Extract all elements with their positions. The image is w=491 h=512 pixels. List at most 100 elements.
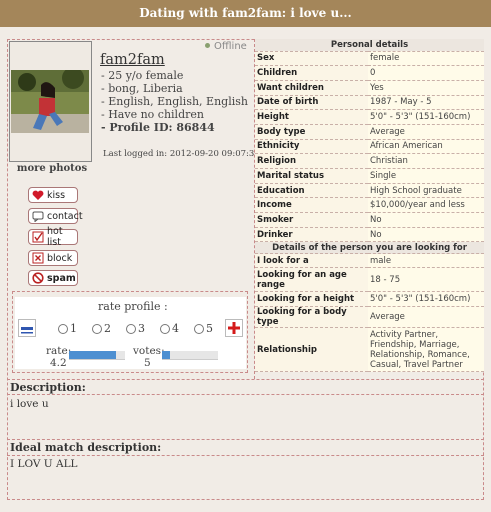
detail-row: Education High School graduate	[255, 183, 484, 199]
personal-details-header-label: Personal details	[255, 39, 484, 52]
detail-row: Body type Average	[255, 124, 484, 140]
kiss-label: kiss	[47, 189, 66, 201]
votes-bar-fill	[162, 351, 170, 359]
detail-key: Looking for a height	[255, 291, 368, 308]
looking-for-header-label: Details of the person you are looking fo…	[255, 241, 484, 255]
rate-option-2[interactable]: 2	[92, 322, 111, 335]
rate-decrease-button[interactable]	[18, 319, 36, 337]
detail-row: Smoker No	[255, 212, 484, 228]
detail-key: Income	[255, 197, 368, 214]
plus-icon	[228, 322, 240, 334]
rate-increase-button[interactable]	[225, 319, 243, 337]
detail-key: Looking for a body type	[255, 306, 368, 329]
radio-icon[interactable]	[194, 323, 204, 334]
section-divider	[7, 455, 484, 456]
detail-row: Looking for a body type Average	[255, 306, 484, 329]
rate-option-label: 2	[104, 322, 111, 335]
rate-option-4[interactable]: 4	[160, 322, 179, 335]
username-link[interactable]: fam2fam	[100, 52, 165, 68]
detail-value: Yes	[368, 80, 484, 96]
detail-value: 0	[368, 65, 484, 81]
radio-icon[interactable]	[92, 323, 102, 334]
profile-info-age: - 25 y/o female	[101, 69, 184, 82]
detail-value: 18 - 75	[368, 267, 484, 293]
section-divider	[7, 439, 484, 440]
x-box-icon	[32, 252, 44, 264]
detail-value: $10,000/year and less	[368, 197, 484, 214]
detail-value: 1987 - May - 5	[368, 95, 484, 111]
detail-key: Religion	[255, 153, 368, 169]
detail-row: Marital status Single	[255, 168, 484, 184]
online-status: Offline	[205, 41, 247, 52]
rate-option-label: 5	[206, 322, 213, 335]
rate-value: 4.2	[50, 357, 67, 369]
radio-icon[interactable]	[58, 323, 68, 334]
status-dot-icon	[205, 43, 210, 48]
detail-value: Activity Partner, Friendship, Marriage, …	[368, 327, 484, 373]
rate-bar-fill	[69, 351, 117, 359]
detail-row: Income $10,000/year and less	[255, 197, 484, 214]
detail-value: Average	[368, 124, 484, 140]
window-title: Dating with fam2fam: i love u...	[0, 0, 491, 27]
detail-key: Want children	[255, 80, 368, 96]
detail-value: Single	[368, 168, 484, 184]
detail-key: Smoker	[255, 212, 368, 228]
detail-row: Height 5'0" - 5'3" (151-160cm)	[255, 109, 484, 125]
profile-info-location: - bong, Liberia	[101, 82, 183, 95]
detail-row: Sex female	[255, 51, 484, 67]
spam-label: spam	[47, 272, 76, 284]
detail-row: Looking for an age range 18 - 75	[255, 267, 484, 293]
detail-key: Ethnicity	[255, 139, 368, 155]
detail-value: female	[368, 51, 484, 67]
detail-key: Education	[255, 183, 368, 199]
profile-info-children: - Have no children	[101, 108, 204, 121]
rate-option-3[interactable]: 3	[126, 322, 145, 335]
more-photos-link[interactable]: more photos	[9, 163, 95, 174]
description-text: i love u	[10, 398, 49, 410]
detail-row: Relationship Activity Partner, Friendship…	[255, 327, 484, 373]
radio-icon[interactable]	[160, 323, 170, 334]
detail-value: 5'0" - 5'3" (151-160cm)	[368, 291, 484, 308]
online-status-label: Offline	[214, 41, 247, 52]
profile-id: - Profile ID: 86844	[101, 121, 215, 134]
speech-bubble-icon	[32, 210, 44, 222]
detail-key: Drinker	[255, 227, 368, 243]
ideal-match-heading: Ideal match description:	[10, 441, 162, 454]
detail-row: Looking for a height 5'0" - 5'3" (151-160…	[255, 291, 484, 308]
detail-key: Looking for an age range	[255, 267, 368, 293]
detail-value: Christian	[368, 153, 484, 169]
votes-label: votes:	[133, 345, 165, 357]
detail-value: No	[368, 227, 484, 243]
detail-key: Date of birth	[255, 95, 368, 111]
hot-list-button[interactable]: hot list	[28, 226, 78, 248]
votes-bar	[162, 351, 218, 360]
personal-details-header: Personal details	[255, 39, 484, 52]
detail-row: Religion Christian	[255, 153, 484, 169]
rate-option-label: 1	[70, 322, 77, 335]
spam-button[interactable]: spam	[28, 270, 78, 286]
detail-key: Body type	[255, 124, 368, 140]
rate-option-1[interactable]: 1	[58, 322, 77, 335]
contact-label: contact	[47, 210, 83, 222]
ideal-match-text: I LOV U ALL	[10, 458, 78, 470]
radio-icon[interactable]	[126, 323, 136, 334]
details-table: Personal details Sex female Children 0 Want c…	[255, 39, 484, 373]
detail-value: 5'0" - 5'3" (151-160cm)	[368, 109, 484, 125]
detail-key: Marital status	[255, 168, 368, 184]
rate-option-5[interactable]: 5	[194, 322, 213, 335]
detail-row: Drinker No	[255, 227, 484, 243]
kiss-button[interactable]: kiss	[28, 187, 78, 203]
detail-value: African American	[368, 139, 484, 155]
profile-photo[interactable]	[11, 70, 89, 133]
minus-icon	[21, 327, 33, 334]
block-label: block	[47, 252, 73, 264]
block-button[interactable]: block	[28, 250, 78, 266]
detail-key: Children	[255, 65, 368, 81]
detail-key: I look for a	[255, 253, 368, 269]
detail-value: Average	[368, 306, 484, 329]
votes-value: 5	[144, 357, 151, 369]
looking-for-header: Details of the person you are looking fo…	[255, 241, 484, 255]
prohibited-icon	[32, 272, 44, 284]
contact-button[interactable]: contact	[28, 208, 83, 224]
detail-value: male	[368, 253, 484, 269]
